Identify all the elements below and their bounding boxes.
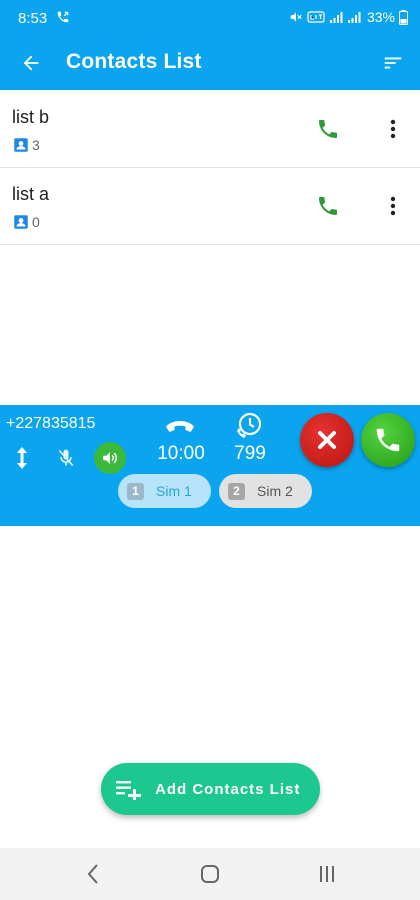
list-item[interactable]: list a 0: [0, 168, 420, 245]
home-square-icon: [201, 865, 219, 883]
sim-2-label: Sim 2: [257, 483, 293, 499]
sort-button[interactable]: [376, 46, 410, 80]
add-contacts-list-label: Add Contacts List: [155, 780, 301, 798]
mic-off-icon: [58, 449, 74, 467]
mute-button[interactable]: [54, 445, 78, 471]
contact-count-value: 0: [32, 214, 40, 230]
more-vert-icon: [390, 196, 396, 216]
volte-icon: [307, 11, 325, 23]
list-item[interactable]: list b 3: [0, 91, 420, 168]
nav-home-button[interactable]: [195, 861, 225, 887]
status-icons: 33%: [289, 8, 408, 26]
contact-card-icon: [14, 138, 28, 152]
close-icon: [318, 431, 336, 449]
arrow-left-icon: [23, 55, 39, 71]
phone-icon: [319, 120, 337, 138]
call-count: 799: [234, 443, 266, 464]
end-call-button[interactable]: [300, 413, 354, 467]
contact-count-value: 3: [32, 137, 40, 153]
more-options-button[interactable]: [380, 190, 406, 222]
app-bar: Contacts List: [0, 34, 420, 90]
vertical-arrows-icon: [17, 447, 27, 469]
call-button[interactable]: [312, 113, 344, 145]
answer-call-button[interactable]: [361, 413, 415, 467]
handset-icon: [164, 417, 196, 437]
status-time: 8:53: [18, 10, 48, 27]
nav-back-button[interactable]: [78, 861, 108, 887]
chevron-left-icon: [87, 864, 98, 884]
navigation-bar: [0, 848, 420, 900]
contact-card-icon: [14, 215, 28, 229]
back-button[interactable]: [14, 46, 48, 80]
mute-icon: [290, 12, 302, 22]
speaker-button[interactable]: [94, 442, 126, 474]
recents-icon: [320, 866, 334, 882]
phone-icon: [376, 428, 400, 452]
speaker-icon: [103, 452, 117, 464]
sim-1-badge: 1: [127, 482, 144, 500]
page-title: Contacts List: [66, 50, 202, 73]
contact-count: 0: [12, 213, 40, 231]
call-forward-icon: [57, 11, 69, 23]
signal-icon: [347, 12, 361, 23]
add-contacts-list-button[interactable]: Add Contacts List: [101, 763, 320, 815]
nav-recents-button[interactable]: [312, 861, 342, 887]
sim-2-badge: 2: [228, 482, 245, 500]
status-bar: 8:53 33%: [0, 0, 420, 34]
expand-button[interactable]: [10, 445, 34, 471]
sim-2-button[interactable]: 2 Sim 2: [219, 474, 312, 508]
sort-icon: [384, 57, 402, 69]
contact-count: 3: [12, 136, 40, 154]
list-name: list b: [12, 107, 50, 127]
phone-icon: [319, 197, 337, 215]
battery-icon: [399, 9, 408, 25]
call-panel: +227835815 10:00 799 1 Sim 1 2 Sim 2: [0, 405, 420, 526]
more-options-button[interactable]: [380, 113, 406, 145]
list-name: list a: [12, 184, 50, 204]
sim-1-button[interactable]: 1 Sim 1: [118, 474, 211, 508]
call-history-icon: [234, 411, 264, 441]
more-vert-icon: [390, 119, 396, 139]
signal-icon: [329, 12, 343, 23]
caller-number: +227835815: [6, 415, 96, 432]
sim-1-label: Sim 1: [156, 483, 192, 499]
call-button[interactable]: [312, 190, 344, 222]
playlist-add-icon: [115, 778, 141, 800]
call-duration: 10:00: [157, 443, 205, 464]
battery-percent: 33%: [366, 9, 395, 25]
